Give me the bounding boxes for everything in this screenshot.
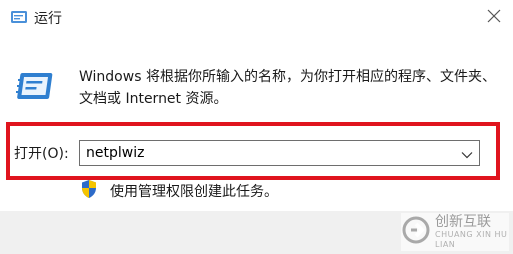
- watermark-name: 创新互联: [435, 213, 491, 230]
- description-text: Windows 将根据你所输入的名称，为你打开相应的程序、文件夹、文档或 Int…: [79, 69, 496, 107]
- watermark-logo: 创新互联 CHUANG XIN HU LIAN: [401, 213, 509, 251]
- watermark-icon: [401, 215, 431, 249]
- close-icon: [487, 8, 501, 27]
- open-input[interactable]: netplwiz: [80, 145, 455, 161]
- open-combobox[interactable]: netplwiz: [79, 140, 480, 166]
- open-label: 打开(O):: [14, 146, 69, 162]
- uac-shield-icon: [80, 179, 98, 199]
- admin-note: 使用管理权限创建此任务。: [110, 184, 278, 200]
- chevron-down-icon: [461, 144, 473, 163]
- window-title: 运行: [34, 11, 62, 27]
- run-dialog: 运行 Windows 将根据你所输入的名称，为你打开相应的程序、文件夹、文档或 …: [0, 0, 513, 254]
- run-title-icon: [10, 9, 28, 23]
- open-dropdown-button[interactable]: [455, 141, 479, 165]
- run-app-icon: [16, 70, 56, 102]
- close-button[interactable]: [481, 4, 507, 30]
- title-bar: 运行: [0, 0, 513, 34]
- watermark-sub: CHUANG XIN HU LIAN: [435, 229, 508, 249]
